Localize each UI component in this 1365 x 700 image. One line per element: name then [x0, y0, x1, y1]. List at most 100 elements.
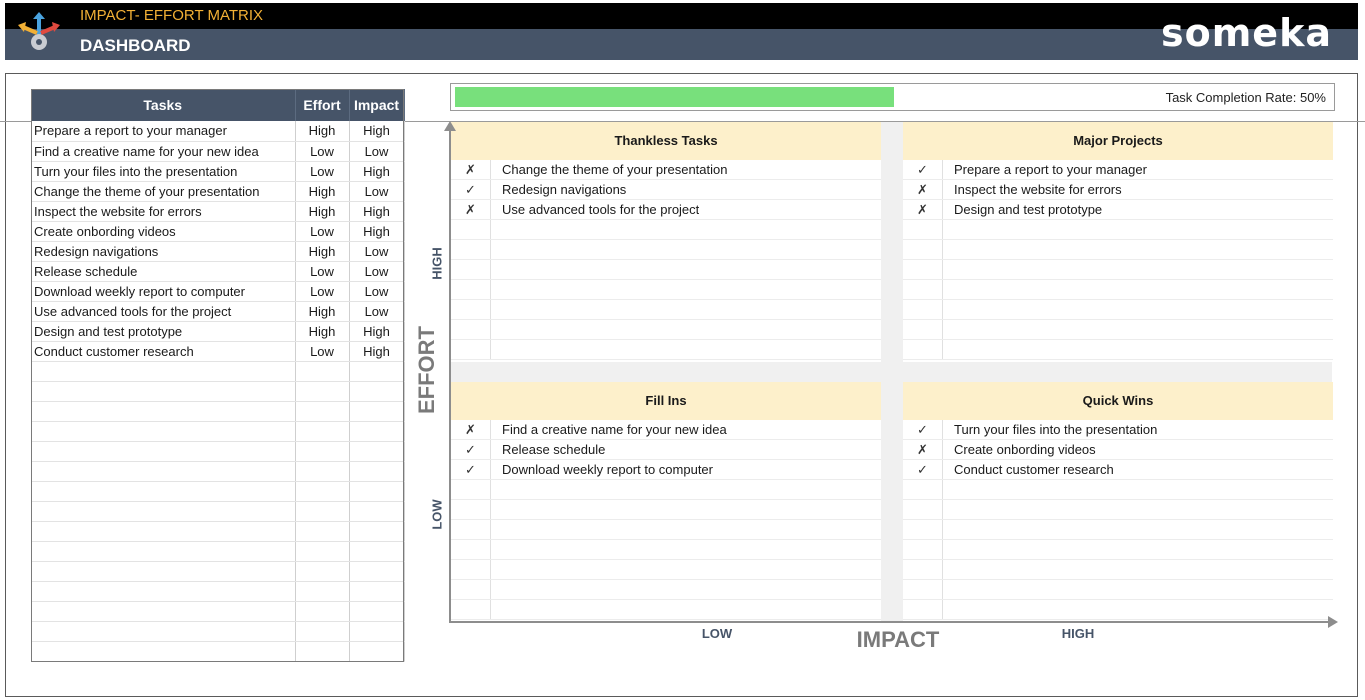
table-row-empty — [31, 381, 405, 402]
empty-cell[interactable] — [31, 501, 296, 522]
empty-cell[interactable] — [31, 461, 296, 482]
empty-cell[interactable] — [295, 521, 350, 542]
empty-cell[interactable] — [349, 461, 405, 482]
impact-cell[interactable]: High — [349, 161, 405, 182]
impact-cell[interactable]: High — [349, 221, 405, 242]
task-name-cell[interactable]: Download weekly report to computer — [31, 281, 296, 302]
status-mark-empty — [451, 540, 491, 559]
effort-cell[interactable]: Low — [295, 341, 350, 362]
empty-cell[interactable] — [349, 501, 405, 522]
effort-cell[interactable]: High — [295, 201, 350, 222]
impact-cell[interactable]: Low — [349, 301, 405, 322]
empty-cell[interactable] — [295, 561, 350, 582]
task-name-cell[interactable]: Release schedule — [31, 261, 296, 282]
effort-cell[interactable]: High — [295, 321, 350, 342]
task-name-cell[interactable]: Prepare a report to your manager — [31, 121, 296, 142]
task-name-cell[interactable]: Design and test prototype — [31, 321, 296, 342]
empty-cell[interactable] — [349, 641, 405, 662]
empty-cell[interactable] — [295, 381, 350, 402]
impact-cell[interactable]: Low — [349, 281, 405, 302]
empty-cell[interactable] — [31, 641, 296, 662]
quadrant-task-row — [451, 300, 881, 320]
column-header-tasks[interactable]: Tasks — [31, 89, 296, 121]
app-title: IMPACT- EFFORT MATRIX — [80, 7, 264, 24]
impact-cell[interactable]: Low — [349, 261, 405, 282]
effort-cell[interactable]: High — [295, 181, 350, 202]
empty-cell[interactable] — [295, 621, 350, 642]
impact-cell[interactable]: Low — [349, 241, 405, 262]
empty-cell[interactable] — [295, 541, 350, 562]
empty-cell[interactable] — [349, 521, 405, 542]
empty-cell[interactable] — [295, 501, 350, 522]
empty-cell[interactable] — [31, 561, 296, 582]
empty-cell[interactable] — [349, 601, 405, 622]
impact-cell[interactable]: Low — [349, 141, 405, 162]
empty-cell[interactable] — [295, 461, 350, 482]
task-name-cell[interactable]: Create onbording videos — [31, 221, 296, 242]
empty-cell[interactable] — [349, 401, 405, 422]
empty-cell[interactable] — [31, 441, 296, 462]
task-name-cell[interactable]: Find a creative name for your new idea — [31, 141, 296, 162]
empty-cell[interactable] — [295, 581, 350, 602]
effort-cell[interactable]: High — [295, 241, 350, 262]
quadrant-title: Quick Wins — [903, 382, 1333, 420]
empty-cell[interactable] — [295, 641, 350, 662]
task-name-cell[interactable]: Inspect the website for errors — [31, 201, 296, 222]
effort-cell[interactable]: Low — [295, 281, 350, 302]
brand-logo[interactable]: someka — [1161, 11, 1332, 55]
impact-cell[interactable]: High — [349, 321, 405, 342]
quadrant-task-text: Use advanced tools for the project — [502, 202, 700, 217]
empty-cell[interactable] — [295, 601, 350, 622]
empty-cell[interactable] — [349, 621, 405, 642]
task-name-cell[interactable]: Conduct customer research — [31, 341, 296, 362]
impact-cell[interactable]: Low — [349, 181, 405, 202]
effort-cell[interactable]: Low — [295, 221, 350, 242]
effort-cell[interactable]: Low — [295, 141, 350, 162]
quadrant-task-row — [903, 280, 1333, 300]
empty-cell[interactable] — [349, 581, 405, 602]
quadrant-task-row: ✗ Inspect the website for errors — [903, 180, 1333, 200]
table-row: Find a creative name for your new idea Lo… — [31, 141, 405, 162]
task-name-cell[interactable]: Turn your files into the presentation — [31, 161, 296, 182]
effort-cell[interactable]: Low — [295, 161, 350, 182]
impact-cell[interactable]: High — [349, 121, 405, 142]
empty-cell[interactable] — [349, 441, 405, 462]
task-name-cell[interactable]: Change the theme of your presentation — [31, 181, 296, 202]
table-row-empty — [31, 581, 405, 602]
effort-cell[interactable]: Low — [295, 261, 350, 282]
empty-cell[interactable] — [295, 441, 350, 462]
status-mark-empty — [451, 300, 491, 319]
task-name-cell[interactable]: Use advanced tools for the project — [31, 301, 296, 322]
empty-cell[interactable] — [295, 421, 350, 442]
empty-cell[interactable] — [295, 401, 350, 422]
table-row-empty — [31, 361, 405, 382]
task-name-cell[interactable]: Redesign navigations — [31, 241, 296, 262]
empty-cell[interactable] — [295, 481, 350, 502]
empty-cell[interactable] — [349, 481, 405, 502]
empty-cell[interactable] — [295, 361, 350, 382]
empty-cell[interactable] — [31, 581, 296, 602]
empty-cell[interactable] — [31, 541, 296, 562]
quadrant-task-text — [491, 520, 502, 539]
empty-cell[interactable] — [31, 421, 296, 442]
column-header-effort[interactable]: Effort — [295, 89, 350, 121]
effort-cell[interactable]: High — [295, 121, 350, 142]
effort-cell[interactable]: High — [295, 301, 350, 322]
impact-cell[interactable]: High — [349, 201, 405, 222]
empty-cell[interactable] — [31, 381, 296, 402]
quadrant-task-row: ✓ Release schedule — [451, 440, 881, 460]
impact-cell[interactable]: High — [349, 341, 405, 362]
column-header-impact[interactable]: Impact — [349, 89, 405, 121]
empty-cell[interactable] — [349, 541, 405, 562]
empty-cell[interactable] — [349, 421, 405, 442]
empty-cell[interactable] — [349, 361, 405, 382]
empty-cell[interactable] — [31, 361, 296, 382]
empty-cell[interactable] — [31, 601, 296, 622]
empty-cell[interactable] — [349, 561, 405, 582]
empty-cell[interactable] — [31, 481, 296, 502]
effort-high-label: HIGH — [429, 247, 445, 280]
empty-cell[interactable] — [31, 621, 296, 642]
empty-cell[interactable] — [31, 401, 296, 422]
empty-cell[interactable] — [31, 521, 296, 542]
empty-cell[interactable] — [349, 381, 405, 402]
